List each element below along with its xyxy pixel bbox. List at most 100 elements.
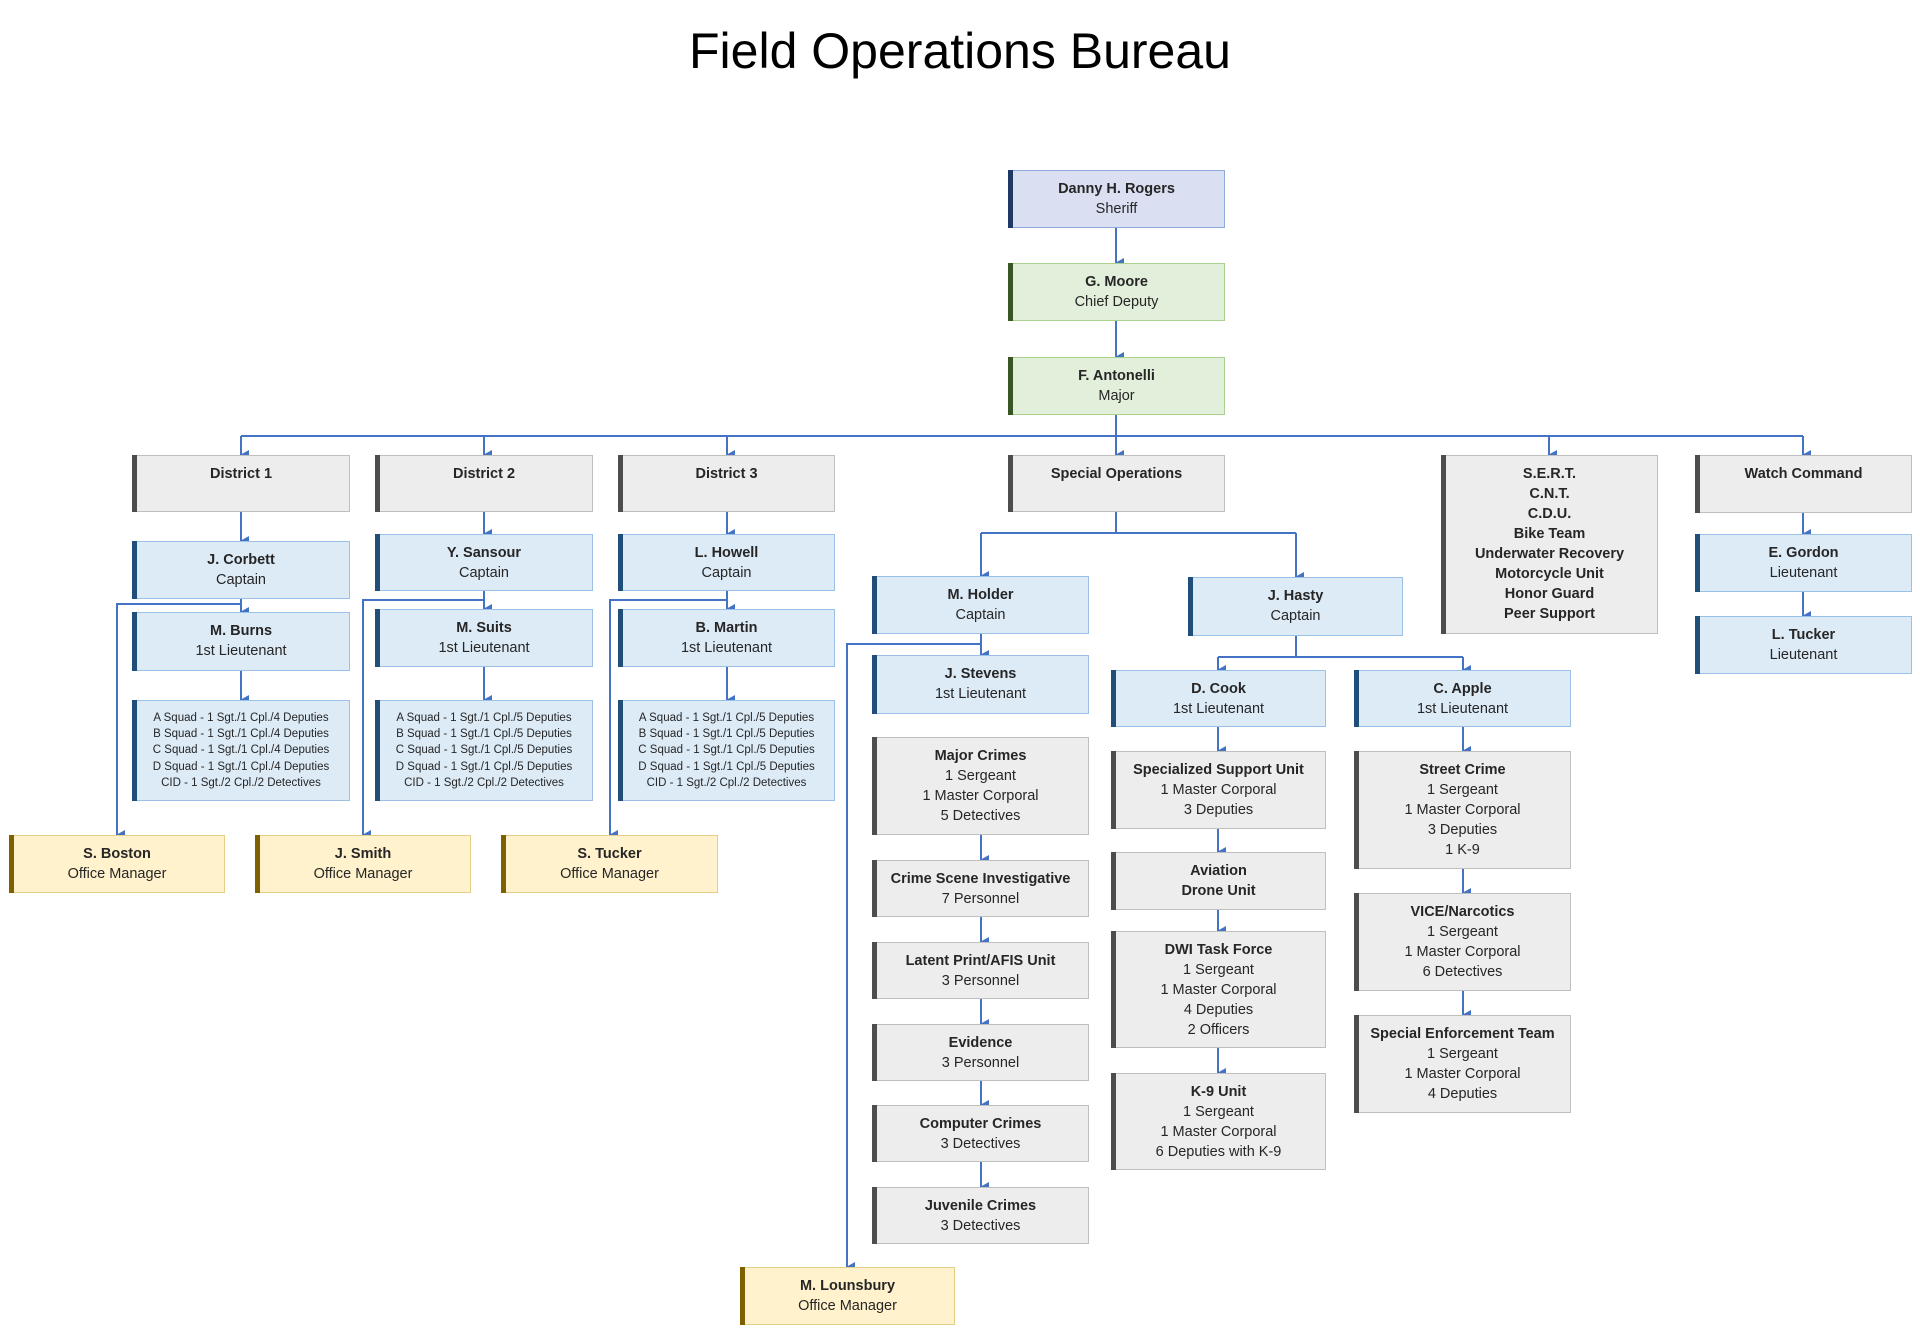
node-sheriff[interactable]: Danny H. Rogers Sheriff: [1008, 170, 1225, 228]
unit-name: Evidence: [948, 1035, 1013, 1051]
team-item: Peer Support: [1503, 606, 1596, 622]
squad-line: CID - 1 Sgt./2 Cpl./2 Detectives: [161, 776, 321, 789]
node-name: E. Gordon: [1768, 545, 1839, 561]
node-cook[interactable]: D. Cook 1st Lieutenant: [1111, 670, 1326, 727]
unit-line: 3 Personnel: [941, 1055, 1020, 1071]
node-special-enforcement[interactable]: Special Enforcement Team 1 Sergeant 1 Ma…: [1354, 1015, 1571, 1113]
squad-line: A Squad - 1 Sgt./1 Cpl./4 Deputies: [153, 712, 329, 724]
node-street-crime[interactable]: Street Crime 1 Sergeant 1 Master Corpora…: [1354, 751, 1571, 869]
node-major-crimes[interactable]: Major Crimes 1 Sergeant 1 Master Corpora…: [872, 737, 1089, 835]
node-computer-crimes[interactable]: Computer Crimes 3 Detectives: [872, 1105, 1089, 1162]
unit-name: Street Crime: [1419, 762, 1506, 778]
unit-line: 3 Deputies: [1183, 802, 1254, 818]
node-name: J. Corbett: [207, 552, 275, 568]
node-name: M. Holder: [947, 587, 1014, 603]
team-item: Motorcycle Unit: [1495, 566, 1604, 582]
node-name: B. Martin: [695, 620, 758, 636]
unit-line: 1 Sergeant: [1427, 1046, 1498, 1062]
node-s-tucker[interactable]: S. Tucker Office Manager: [501, 835, 718, 893]
node-special-operations[interactable]: Special Operations: [1008, 455, 1225, 512]
unit-line: 1 Master Corporal: [1404, 944, 1521, 960]
node-title: 1st Lieutenant: [680, 640, 773, 656]
node-district-3[interactable]: District 3: [618, 455, 835, 512]
node-name: L. Tucker: [1771, 627, 1836, 643]
node-aviation[interactable]: Aviation Drone Unit: [1111, 852, 1326, 910]
unit-line: 1 K-9: [1445, 842, 1480, 858]
unit-line: 3 Detectives: [940, 1218, 1021, 1234]
unit-line: 3 Personnel: [941, 973, 1020, 989]
unit-line: 6 Detectives: [1422, 964, 1503, 980]
node-holder[interactable]: M. Holder Captain: [872, 576, 1089, 634]
unit-line: 4 Deputies: [1427, 1086, 1498, 1102]
node-martin[interactable]: B. Martin 1st Lieutenant: [618, 609, 835, 667]
node-name: S. Tucker: [577, 846, 642, 862]
node-smith[interactable]: J. Smith Office Manager: [255, 835, 471, 893]
node-title: Captain: [216, 572, 266, 588]
node-chief-deputy[interactable]: G. Moore Chief Deputy: [1008, 263, 1225, 321]
node-corbett[interactable]: J. Corbett Captain: [132, 541, 350, 599]
team-item: Bike Team: [1513, 526, 1586, 542]
node-crime-scene[interactable]: Crime Scene Investigative 7 Personnel: [872, 860, 1089, 917]
unit-line: 6 Deputies with K-9: [1155, 1144, 1282, 1160]
node-name: Danny H. Rogers: [1058, 181, 1175, 197]
unit-line: 4 Deputies: [1183, 1002, 1254, 1018]
unit-name: K-9 Unit: [1190, 1084, 1247, 1100]
unit-line: 1 Master Corporal: [1404, 802, 1521, 818]
node-district-1[interactable]: District 1: [132, 455, 350, 512]
node-vice-narcotics[interactable]: VICE/Narcotics 1 Sergeant 1 Master Corpo…: [1354, 893, 1571, 991]
squad-line: B Squad - 1 Sgt./1 Cpl./4 Deputies: [153, 728, 329, 741]
node-latent-print[interactable]: Latent Print/AFIS Unit 3 Personnel: [872, 942, 1089, 999]
node-stevens[interactable]: J. Stevens 1st Lieutenant: [872, 655, 1089, 714]
node-title: Lieutenant: [1769, 565, 1838, 581]
node-apple[interactable]: C. Apple 1st Lieutenant: [1354, 670, 1571, 727]
unit-name: Juvenile Crimes: [924, 1198, 1037, 1214]
node-title: Office Manager: [560, 866, 659, 882]
node-dwi-task-force[interactable]: DWI Task Force 1 Sergeant 1 Master Corpo…: [1111, 931, 1326, 1048]
node-lounsbury[interactable]: M. Lounsbury Office Manager: [740, 1267, 955, 1325]
squad-line: D Squad - 1 Sgt./1 Cpl./4 Deputies: [152, 760, 330, 773]
node-major[interactable]: F. Antonelli Major: [1008, 357, 1225, 415]
node-title: Office Manager: [798, 1298, 897, 1314]
node-district-1-squads[interactable]: A Squad - 1 Sgt./1 Cpl./4 Deputies B Squ…: [132, 700, 350, 801]
node-k9-unit[interactable]: K-9 Unit 1 Sergeant 1 Master Corporal 6 …: [1111, 1073, 1326, 1170]
node-suits[interactable]: M. Suits 1st Lieutenant: [375, 609, 593, 667]
node-burns[interactable]: M. Burns 1st Lieutenant: [132, 612, 350, 671]
unit-name: Latent Print/AFIS Unit: [905, 953, 1056, 969]
node-l-tucker[interactable]: L. Tucker Lieutenant: [1695, 616, 1912, 674]
unit-line: 7 Personnel: [941, 891, 1020, 907]
unit-line: 1 Sergeant: [1427, 782, 1498, 798]
unit-line: 1 Sergeant: [1183, 962, 1254, 978]
node-evidence[interactable]: Evidence 3 Personnel: [872, 1024, 1089, 1081]
node-hasty[interactable]: J. Hasty Captain: [1188, 577, 1403, 636]
squad-line: B Squad - 1 Sgt./1 Cpl./5 Deputies: [396, 728, 572, 741]
node-juvenile-crimes[interactable]: Juvenile Crimes 3 Detectives: [872, 1187, 1089, 1244]
unit-name: Special Enforcement Team: [1370, 1026, 1555, 1042]
node-howell[interactable]: L. Howell Captain: [618, 534, 835, 591]
team-item: Honor Guard: [1504, 586, 1595, 602]
unit-line: 5 Detectives: [940, 808, 1021, 824]
node-district-2-squads[interactable]: A Squad - 1 Sgt./1 Cpl./5 Deputies B Squ…: [375, 700, 593, 801]
node-specialized-support[interactable]: Specialized Support Unit 1 Master Corpor…: [1111, 751, 1326, 829]
node-title: 1st Lieutenant: [934, 686, 1027, 702]
node-sansour[interactable]: Y. Sansour Captain: [375, 534, 593, 591]
team-item: Underwater Recovery: [1474, 546, 1625, 562]
node-watch-command[interactable]: Watch Command: [1695, 455, 1912, 513]
node-name: Y. Sansour: [446, 545, 522, 561]
unit-line: 1 Sergeant: [945, 768, 1016, 784]
node-label: Special Operations: [1050, 466, 1183, 482]
node-gordon[interactable]: E. Gordon Lieutenant: [1695, 534, 1912, 592]
node-label: District 2: [452, 466, 516, 482]
node-district-2[interactable]: District 2: [375, 455, 593, 512]
team-item: S.E.R.T.: [1522, 466, 1577, 482]
node-boston[interactable]: S. Boston Office Manager: [9, 835, 225, 893]
team-item: C.N.T.: [1529, 486, 1570, 502]
node-special-teams[interactable]: S.E.R.T. C.N.T. C.D.U. Bike Team Underwa…: [1441, 455, 1658, 634]
unit-name: VICE/Narcotics: [1410, 904, 1515, 920]
node-title: Office Manager: [313, 866, 413, 882]
node-title: 1st Lieutenant: [1416, 701, 1509, 717]
node-name: L. Howell: [694, 545, 759, 561]
squad-line: D Squad - 1 Sgt./1 Cpl./5 Deputies: [395, 760, 573, 773]
node-district-3-squads[interactable]: A Squad - 1 Sgt./1 Cpl./5 Deputies B Squ…: [618, 700, 835, 801]
squad-line: C Squad - 1 Sgt./1 Cpl./5 Deputies: [395, 744, 573, 757]
unit-line: Drone Unit: [1181, 883, 1256, 899]
